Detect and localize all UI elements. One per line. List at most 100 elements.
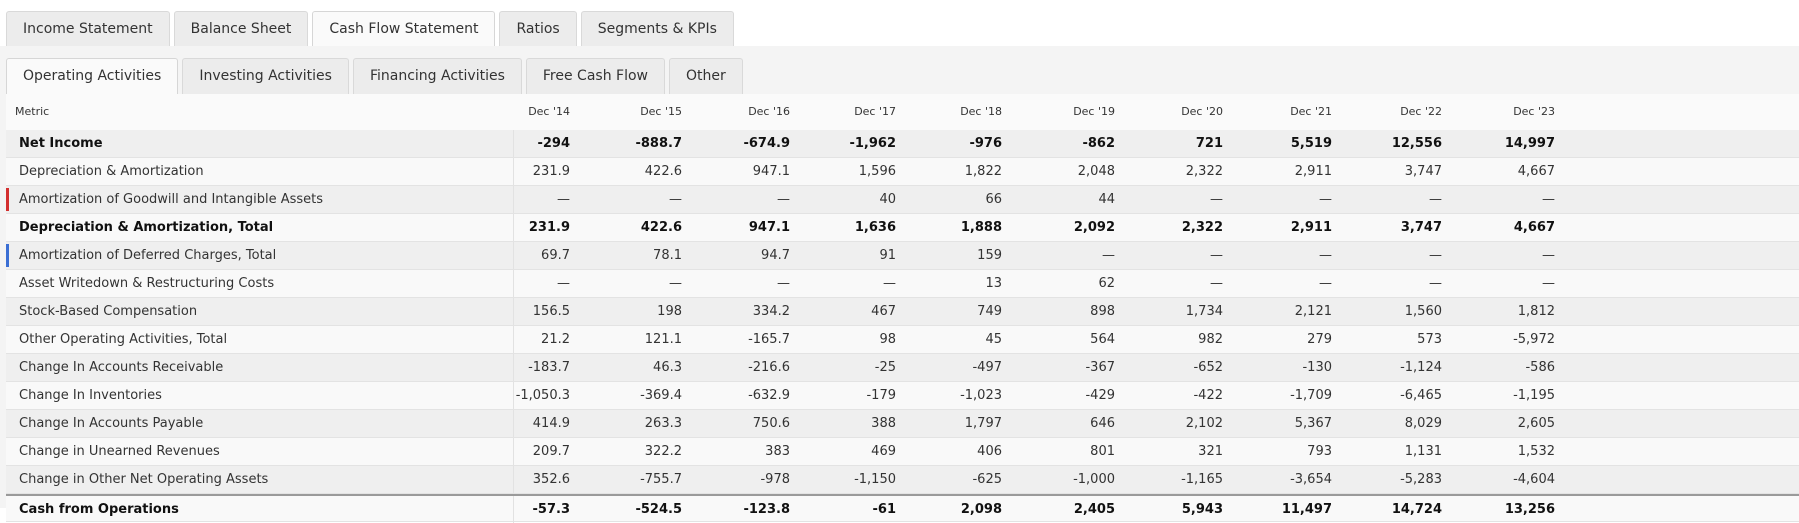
table-cell: 321 bbox=[1198, 444, 1223, 459]
subtab-free-cash-flow[interactable]: Free Cash Flow bbox=[525, 58, 665, 94]
table-cell: -888.7 bbox=[635, 136, 682, 151]
table-cell: 279 bbox=[1307, 332, 1332, 347]
table-cell: 1,596 bbox=[858, 164, 896, 179]
table-row[interactable]: Amortization of Deferred Charges, Total 6… bbox=[6, 242, 1799, 270]
table-cell: 422.6 bbox=[640, 220, 682, 235]
table-cell: — bbox=[1210, 276, 1223, 291]
table-cell: 198 bbox=[657, 304, 682, 319]
table-cell: -1,050.3 bbox=[515, 388, 570, 403]
tab-segments-kpis[interactable]: Segments & KPIs bbox=[580, 11, 734, 46]
table-cell: 69.7 bbox=[541, 248, 570, 263]
tab-cash-flow-statement[interactable]: Cash Flow Statement bbox=[312, 11, 496, 47]
year-column-header[interactable]: Dec '21 bbox=[1252, 94, 1332, 130]
table-cell: 209.7 bbox=[532, 444, 570, 459]
table-row[interactable]: Change in Other Net Operating Assets 352.… bbox=[6, 466, 1799, 494]
metric-name: Amortization of Goodwill and Intangible … bbox=[19, 192, 324, 207]
table-cell: -130 bbox=[1302, 360, 1332, 375]
table-cell: -1,195 bbox=[1513, 388, 1555, 403]
metric-name: Change In Accounts Payable bbox=[19, 416, 204, 431]
table-row[interactable]: Net Income -294 -888.7 -674.9 -1,962 -976 -862… bbox=[6, 130, 1799, 158]
table-cell: -625 bbox=[972, 472, 1002, 487]
table-cell: 8,029 bbox=[1404, 416, 1442, 431]
table-cell: 91 bbox=[879, 248, 896, 263]
table-cell: -1,709 bbox=[1290, 388, 1332, 403]
year-column-header[interactable]: Dec '16 bbox=[710, 94, 790, 130]
table-cell: -978 bbox=[760, 472, 790, 487]
table-cell: -422 bbox=[1193, 388, 1223, 403]
table-cell: 13,256 bbox=[1504, 502, 1555, 517]
table-row[interactable]: Asset Writedown & Restructuring Costs — — —… bbox=[6, 270, 1799, 298]
table-cell: — bbox=[669, 192, 682, 207]
table-cell: -5,972 bbox=[1513, 332, 1555, 347]
year-column-header[interactable]: Dec '22 bbox=[1362, 94, 1442, 130]
table-cell: — bbox=[1319, 276, 1332, 291]
table-cell: 383 bbox=[765, 444, 790, 459]
table-cell: 322.2 bbox=[644, 444, 682, 459]
table-cell: 1,888 bbox=[960, 220, 1002, 235]
table-cell: 467 bbox=[871, 304, 896, 319]
table-cell: 13 bbox=[985, 276, 1002, 291]
table-cell: 46.3 bbox=[653, 360, 682, 375]
table-cell: -632.9 bbox=[748, 388, 790, 403]
subtab-operating-activities[interactable]: Operating Activities bbox=[6, 58, 179, 95]
table-cell: 2,405 bbox=[1073, 502, 1115, 517]
table-cell: 1,636 bbox=[854, 220, 896, 235]
tab-ratios[interactable]: Ratios bbox=[499, 11, 577, 46]
metric-name: Other Operating Activities, Total bbox=[19, 332, 228, 347]
year-column-header[interactable]: Dec '20 bbox=[1143, 94, 1223, 130]
table-row[interactable]: Other Operating Activities, Total 21.2 121… bbox=[6, 326, 1799, 354]
table-cell: 721 bbox=[1195, 136, 1223, 151]
table-cell: 2,092 bbox=[1073, 220, 1115, 235]
subtab-investing-activities[interactable]: Investing Activities bbox=[182, 58, 349, 94]
table-cell: 801 bbox=[1090, 444, 1115, 459]
table-cell: -179 bbox=[866, 388, 896, 403]
year-column-header[interactable]: Dec '14 bbox=[490, 94, 570, 130]
table-cell: 45 bbox=[985, 332, 1002, 347]
table-cell: 388 bbox=[871, 416, 896, 431]
table-cell: -61 bbox=[872, 502, 897, 517]
table-cell: -497 bbox=[972, 360, 1002, 375]
table-row[interactable]: Depreciation & Amortization 231.9 422.6 947… bbox=[6, 158, 1799, 186]
year-column-header[interactable]: Dec '18 bbox=[922, 94, 1002, 130]
table-cell: — bbox=[1102, 248, 1115, 263]
table-cell: 4,667 bbox=[1517, 164, 1555, 179]
metric-name: Amortization of Deferred Charges, Total bbox=[19, 248, 277, 263]
table-cell: — bbox=[777, 276, 790, 291]
year-column-header[interactable]: Dec '17 bbox=[816, 94, 896, 130]
subtab-other[interactable]: Other bbox=[668, 58, 743, 94]
table-row[interactable]: Change In Inventories -1,050.3 -369.4 -632.… bbox=[6, 382, 1799, 410]
tab-income-statement[interactable]: Income Statement bbox=[6, 11, 170, 46]
table-cell: 14,724 bbox=[1391, 502, 1442, 517]
table-cell: -976 bbox=[969, 136, 1002, 151]
table-cell: 94.7 bbox=[761, 248, 790, 263]
metric-name: Net Income bbox=[19, 136, 103, 151]
table-cell: 98 bbox=[879, 332, 896, 347]
metric-column-header[interactable]: Metric bbox=[15, 94, 49, 130]
table-row[interactable]: Stock-Based Compensation 156.5 198 334.2 467… bbox=[6, 298, 1799, 326]
year-column-header[interactable]: Dec '23 bbox=[1475, 94, 1555, 130]
table-cell: -1,962 bbox=[849, 136, 896, 151]
table-cell: -524.5 bbox=[635, 502, 682, 517]
table-row[interactable]: Change in Unearned Revenues 209.7 322.2 383… bbox=[6, 438, 1799, 466]
subtab-financing-activities[interactable]: Financing Activities bbox=[352, 58, 522, 94]
table-cell: 750.6 bbox=[752, 416, 790, 431]
table-row[interactable]: Depreciation & Amortization, Total 231.9 4… bbox=[6, 214, 1799, 242]
year-column-header[interactable]: Dec '19 bbox=[1035, 94, 1115, 130]
table-cell: — bbox=[1319, 248, 1332, 263]
tab-balance-sheet[interactable]: Balance Sheet bbox=[173, 11, 309, 46]
table-cell: 21.2 bbox=[541, 332, 570, 347]
table-cell: 406 bbox=[977, 444, 1002, 459]
table-cell: — bbox=[1429, 276, 1442, 291]
table-cell: — bbox=[1542, 276, 1555, 291]
table-row[interactable]: Change In Accounts Payable 414.9 263.3 750.… bbox=[6, 410, 1799, 438]
table-cell: 121.1 bbox=[644, 332, 682, 347]
table-cell: -183.7 bbox=[528, 360, 570, 375]
year-column-header[interactable]: Dec '15 bbox=[602, 94, 682, 130]
statement-tabs: Income Statement Balance Sheet Cash Flow S… bbox=[6, 11, 734, 47]
table-row[interactable]: Change In Accounts Receivable -183.7 46.3 -… bbox=[6, 354, 1799, 382]
table-cell: 1,734 bbox=[1185, 304, 1223, 319]
table-row[interactable]: Amortization of Goodwill and Intangible … bbox=[6, 186, 1799, 214]
table-cell: 898 bbox=[1090, 304, 1115, 319]
table-cell: 947.1 bbox=[752, 164, 790, 179]
table-row[interactable]: Cash from Operations -57.3 -524.5 -123.8 -61… bbox=[6, 494, 1799, 523]
